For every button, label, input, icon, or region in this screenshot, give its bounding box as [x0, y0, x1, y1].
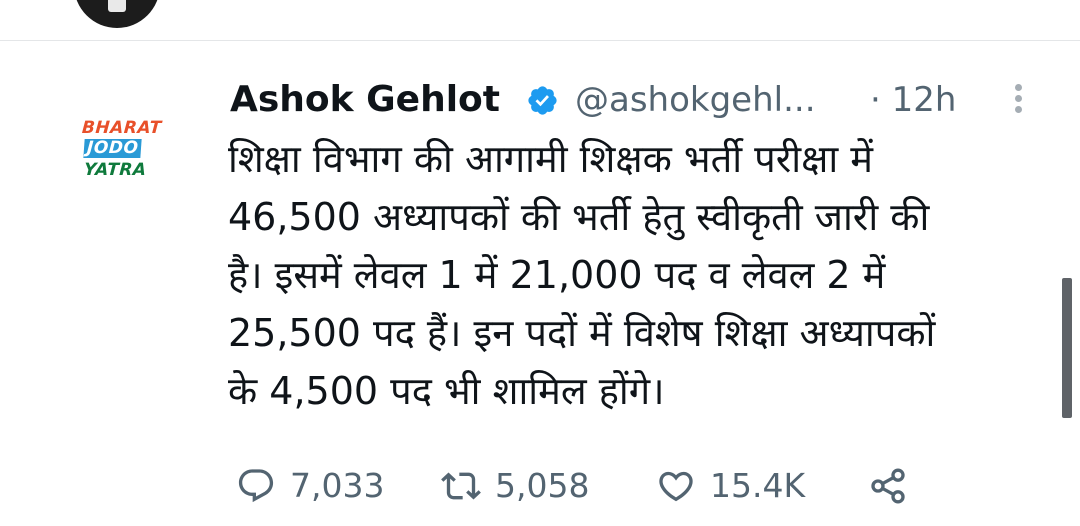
verified-badge-icon	[528, 86, 557, 115]
author-avatar[interactable]: BHARAT JODO YATRA	[62, 84, 178, 200]
reply-count: 7,033	[290, 466, 385, 505]
tweet-text-line: शिक्षा विभाग की आगामी शिक्षक भर्ती परीक्…	[228, 137, 874, 181]
avatar-logo-jodo: JODO	[83, 138, 143, 158]
tweet-text: शिक्षा विभाग की आगामी शिक्षक भर्ती परीक्…	[228, 130, 1048, 420]
tweet-text-line: 46,500 अध्यापकों की भर्ती हेतु स्वीकृती …	[228, 195, 930, 239]
like-icon	[659, 471, 693, 502]
tweet-divider	[0, 40, 1080, 41]
like-count: 15.4K	[710, 466, 806, 505]
reply-button[interactable]: 7,033	[236, 464, 384, 508]
author-handle[interactable]: @ashokgehl...	[575, 76, 816, 124]
retweet-count: 5,058	[495, 466, 590, 505]
tweet-text-line: है। इसमें लेवल 1 में 21,000 पद व लेवल 2 …	[228, 253, 886, 297]
tweet-text-line: के 4,500 पद भी शामिल होंगे।	[228, 369, 665, 413]
scrollbar[interactable]	[1062, 278, 1072, 418]
reply-icon	[238, 469, 274, 503]
tweet-time[interactable]: · 12h	[870, 76, 956, 124]
tweet-text-line: 25,500 पद हैं। इन पदों में विशेष शिक्षा …	[228, 311, 936, 355]
tweet-header: Ashok Gehlot @ashokgehl... · 12h	[230, 76, 1030, 124]
more-icon[interactable]	[1008, 82, 1028, 122]
retweet-icon	[441, 472, 481, 500]
avatar-logo-bharat: BHARAT	[81, 118, 163, 138]
author-name[interactable]: Ashok Gehlot	[230, 76, 500, 124]
retweet-button[interactable]: 5,058	[441, 464, 589, 508]
share-icon	[871, 468, 905, 504]
previous-tweet-avatar[interactable]	[74, 0, 160, 28]
tweet-actions: 7,033 5,058 15.4K	[236, 464, 1056, 508]
share-button[interactable]	[868, 464, 908, 508]
like-button[interactable]: 15.4K	[656, 464, 805, 508]
avatar-logo-yatra: YATRA	[83, 160, 148, 180]
